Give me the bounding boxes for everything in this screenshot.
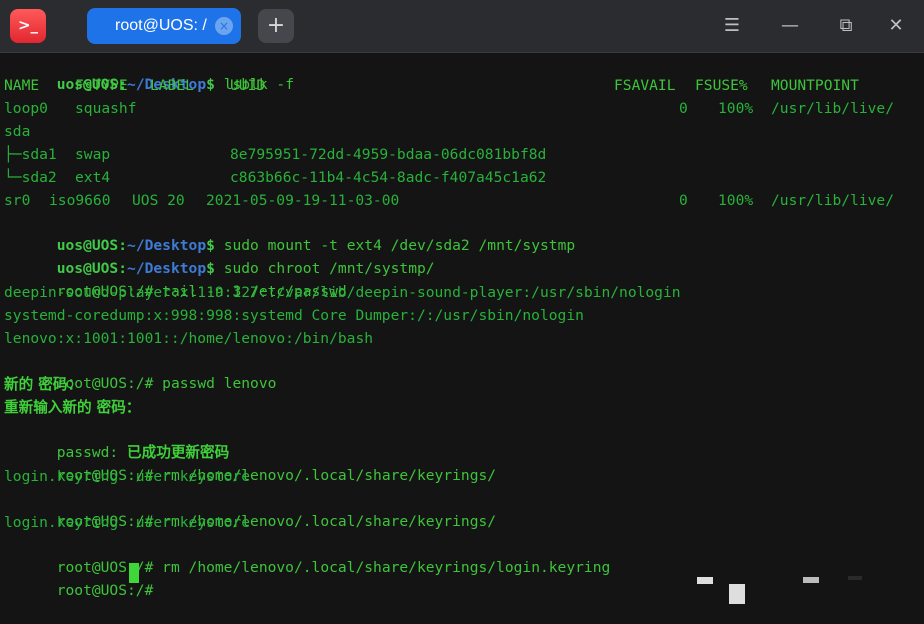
- col-fsuse: FSUSE%: [695, 77, 748, 94]
- terminal-app-icon[interactable]: >_: [10, 9, 46, 43]
- cell-name: ├─sda1: [4, 146, 57, 163]
- cell-uuid: c863b66c-11b4-4c54-8adc-f407a45c1a62: [230, 169, 547, 186]
- cell-fsuse: 100%: [718, 192, 754, 209]
- table-row: sr0 iso9660 UOS 20 2021-05-09-19-11-03-0…: [4, 190, 920, 212]
- cell-fsavail: 0: [679, 192, 688, 209]
- root-prompt-line: root@UOS:/# rm /home/lenovo/.local/share…: [4, 443, 496, 484]
- output-line: systemd-coredump:x:998:998:systemd Core …: [4, 307, 584, 324]
- command-text: rm /home/lenovo/.local/share/keyrings/lo…: [162, 559, 611, 576]
- tab-title: root@UOS: /: [115, 17, 207, 34]
- output-line: login.keyring user.keystore: [4, 468, 251, 485]
- cell-fstype: swap: [75, 146, 111, 163]
- prompt-line: uos@UOS:~/Desktop$ sudo mount -t ext4 /d…: [4, 213, 575, 254]
- artifact-block: [729, 584, 745, 604]
- root-prompt-line: root@UOS:/# rm /home/lenovo/.local/share…: [4, 535, 611, 576]
- passwd-result: passwd: 已成功更新密码: [4, 420, 229, 461]
- root-prompt-line: root@UOS:/# passwd lenovo: [4, 351, 277, 392]
- cell-fstype: iso9660: [49, 192, 111, 209]
- cell-fstype: ext4: [75, 169, 111, 186]
- table-row: ├─sda1 swap 8e795951-72dd-4959-bdaa-06dc…: [4, 144, 920, 166]
- cell-fsavail: 0: [679, 100, 688, 117]
- cell-uuid: 8e795951-72dd-4959-bdaa-06dc081bbf8d: [230, 146, 547, 163]
- root-prompt: root@UOS:/#: [56, 582, 154, 599]
- cell-fstype: squashf: [75, 100, 137, 117]
- col-label: LABEL: [150, 77, 194, 94]
- cell-name: sr0: [4, 192, 31, 209]
- col-mountpoint: MOUNTPOINT: [771, 77, 859, 94]
- table-header: NAME FSTYPE LABEL UUID FSAVAIL FSUSE% MO…: [4, 75, 920, 97]
- artifact-block: [697, 577, 713, 584]
- cell-name: └─sda2: [4, 169, 57, 186]
- tab-close-icon[interactable]: ×: [215, 17, 233, 35]
- root-prompt-line: root@UOS:/# tail -n 3 /etc/passwd: [4, 259, 347, 300]
- terminal-output[interactable]: uos@UOS:~/Desktop$ lsblk -f NAME FSTYPE …: [0, 52, 924, 604]
- maximize-icon[interactable]: ⧉: [830, 10, 862, 42]
- title-bar: >_ root@UOS: / × + ☰ — ⧉ ✕: [0, 0, 924, 53]
- output-line: login.keyring user.keystore: [4, 514, 251, 531]
- terminal-cursor: [129, 563, 139, 583]
- artifact-block: [803, 577, 819, 583]
- cell-mountpoint: /usr/lib/live/: [771, 100, 895, 117]
- col-name: NAME: [4, 77, 40, 94]
- new-tab-button[interactable]: +: [258, 9, 294, 43]
- menu-icon[interactable]: ☰: [716, 10, 748, 42]
- command-text: passwd lenovo: [162, 375, 277, 392]
- cell-label: UOS 20: [132, 192, 185, 209]
- new-password-prompt: 新的 密码：: [4, 376, 83, 393]
- minimize-icon[interactable]: —: [774, 10, 806, 42]
- cell-uuid: 2021-05-09-19-11-03-00: [206, 192, 400, 209]
- close-icon[interactable]: ✕: [880, 10, 912, 42]
- table-row: └─sda2 ext4 c863b66c-11b4-4c54-8adc-f407…: [4, 167, 920, 189]
- output-line: deepin-sound-player:x:119:127::/var/lib/…: [4, 284, 681, 301]
- col-uuid: UUID: [230, 77, 266, 94]
- table-row: sda: [4, 121, 920, 143]
- col-fstype: FSTYPE: [75, 77, 128, 94]
- artifact-block: [848, 576, 862, 580]
- col-fsavail: FSAVAIL: [614, 77, 676, 94]
- cell-name: sda: [4, 123, 31, 140]
- cell-name: loop0: [4, 100, 48, 117]
- prompt-line: uos@UOS:~/Desktop$ sudo chroot /mnt/syst…: [4, 236, 435, 277]
- table-row: loop0 squashf 0 100% /usr/lib/live/: [4, 98, 920, 120]
- cell-mountpoint: /usr/lib/live/: [771, 192, 895, 209]
- root-prompt-line: root@UOS:/# rm /home/lenovo/.local/share…: [4, 489, 496, 530]
- cell-fsuse: 100%: [718, 100, 754, 117]
- tab-root-uos[interactable]: root@UOS: / ×: [87, 8, 241, 44]
- terminal-window: >_ root@UOS: / × + ☰ — ⧉ ✕ uos@UOS:~/Des…: [0, 0, 924, 604]
- output-line: lenovo:x:1001:1001::/home/lenovo:/bin/ba…: [4, 330, 374, 347]
- prompt-line: uos@UOS:~/Desktop$ lsblk -f: [4, 52, 294, 93]
- retype-password-prompt: 重新输入新的 密码：: [4, 399, 141, 416]
